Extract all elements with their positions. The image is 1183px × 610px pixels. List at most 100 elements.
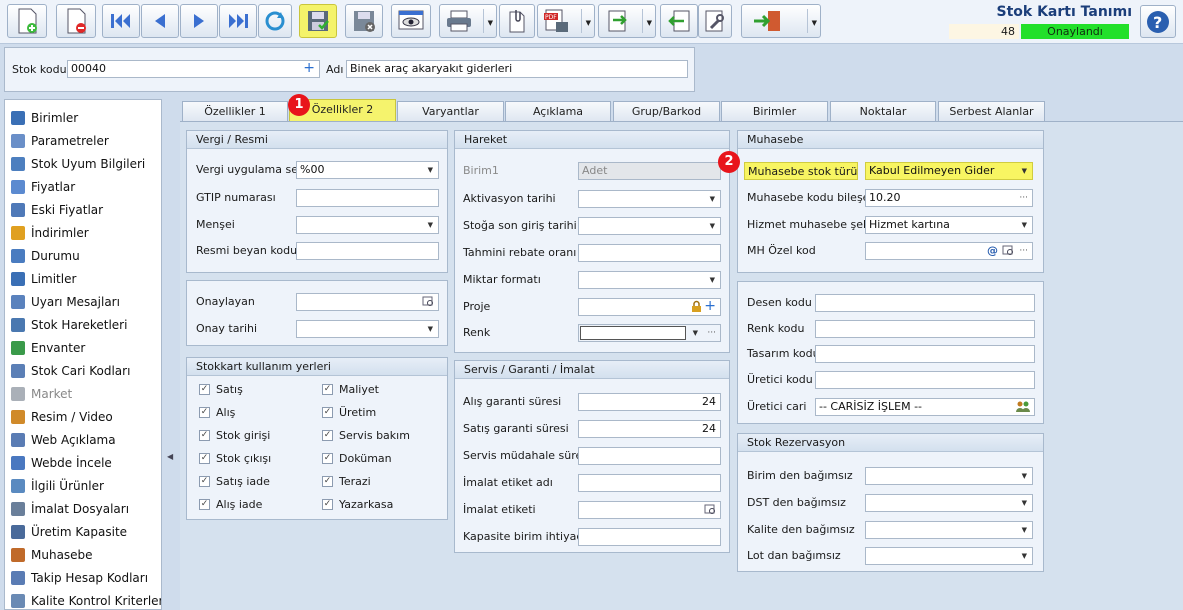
preview-button[interactable] <box>391 4 431 38</box>
new-button[interactable] <box>7 4 47 38</box>
sidebar-item[interactable]: Üretim Kapasite <box>11 522 127 542</box>
capacity-input[interactable] <box>578 528 721 546</box>
help-button[interactable]: ? <box>1140 5 1176 38</box>
last-record-button[interactable] <box>219 4 257 38</box>
sidebar-item[interactable]: Muhasebe <box>11 545 93 565</box>
usage-checkbox[interactable]: ✓ Doküman <box>322 452 392 465</box>
sidebar-item[interactable]: Durumu <box>11 246 80 266</box>
usage-checkbox[interactable]: ✓ Alış iade <box>199 498 262 511</box>
sidebar-item[interactable]: Stok Hareketleri <box>11 315 127 335</box>
plus-icon[interactable]: + <box>704 299 716 314</box>
customs-code-input[interactable] <box>296 242 439 260</box>
previous-record-button[interactable] <box>141 4 179 38</box>
save-button[interactable] <box>299 4 337 38</box>
sidebar-item[interactable]: İlgili Ürünler <box>11 476 104 496</box>
design-code-input[interactable] <box>815 345 1035 363</box>
name-input[interactable]: Binek araç akaryakıt giderleri <box>346 60 688 78</box>
tab-varyantlar[interactable]: Varyantlar <box>397 101 504 121</box>
tab-ozellikler-1[interactable]: Özellikler 1 <box>182 101 288 121</box>
mh-code-input[interactable]: @ ··· <box>865 242 1033 260</box>
first-record-button[interactable] <box>102 4 140 38</box>
sidebar-item[interactable]: Envanter <box>11 338 85 358</box>
sidebar-item[interactable]: Birimler <box>11 108 78 128</box>
production-label-name-input[interactable] <box>578 474 721 492</box>
plus-icon[interactable]: + <box>303 61 315 76</box>
production-label-input[interactable] <box>578 501 721 519</box>
sidebar-item[interactable]: Webde İncele <box>11 453 112 473</box>
tab-grup-barkod[interactable]: Grup/Barkod <box>613 101 720 121</box>
tab-serbest-alanlar[interactable]: Serbest Alanlar <box>938 101 1045 121</box>
sales-warranty-input[interactable]: 24 <box>578 420 721 438</box>
producer-input[interactable]: -- CARİSİZ İŞLEM -- <box>815 398 1035 416</box>
quality-independent-select[interactable]: ▼ <box>865 521 1033 539</box>
usage-checkbox[interactable]: ✓ Satış iade <box>199 475 270 488</box>
stock-code-input[interactable]: 00040 + <box>67 60 320 78</box>
sidebar-item[interactable]: Resim / Video <box>11 407 113 427</box>
sidebar-item[interactable]: Eski Fiyatlar <box>11 200 103 220</box>
delete-button[interactable] <box>56 4 96 38</box>
vat-set-select[interactable]: %00 ▼ <box>296 161 439 179</box>
lookup-icon[interactable] <box>704 503 716 518</box>
gtip-input[interactable] <box>296 189 439 207</box>
ellipsis-icon[interactable]: ··· <box>1019 243 1028 259</box>
service-accounting-select[interactable]: Hizmet kartına ▼ <box>865 216 1033 234</box>
approval-date-select[interactable]: ▼ <box>296 320 439 338</box>
refresh-button[interactable] <box>258 4 292 38</box>
usage-checkbox[interactable]: ✓ Üretim <box>322 406 376 419</box>
pdf-export-button[interactable]: PDF ▼ <box>537 4 595 38</box>
accounting-type-select[interactable]: Kabul Edilmeyen Gider ▼ <box>865 162 1033 180</box>
users-icon[interactable] <box>1016 400 1030 415</box>
import-button[interactable] <box>660 4 698 38</box>
sidebar-item[interactable]: Fiyatlar <box>11 177 75 197</box>
sidebar-item[interactable]: Takip Hesap Kodları <box>11 568 148 588</box>
service-time-input[interactable] <box>578 447 721 465</box>
lookup-icon[interactable] <box>1002 244 1014 259</box>
sidebar-item[interactable]: İndirimler <box>11 223 89 243</box>
tab-birimler[interactable]: Birimler <box>721 101 828 121</box>
origin-select[interactable]: ▼ <box>296 216 439 234</box>
collapse-arrow-icon[interactable]: ◀ <box>167 452 173 461</box>
sidebar-item[interactable]: Stok Uyum Bilgileri <box>11 154 145 174</box>
approver-input[interactable] <box>296 293 439 311</box>
next-record-button[interactable] <box>180 4 218 38</box>
sidebar-item[interactable]: Parametreler <box>11 131 109 151</box>
usage-checkbox[interactable]: ✓ Servis bakım <box>322 429 410 442</box>
sidebar-item[interactable]: Uyarı Mesajları <box>11 292 120 312</box>
ellipsis-icon[interactable]: ··· <box>707 325 716 341</box>
ellipsis-icon[interactable]: ··· <box>1019 190 1028 206</box>
usage-checkbox[interactable]: ✓ Maliyet <box>322 383 379 396</box>
unit-independent-select[interactable]: ▼ <box>865 467 1033 485</box>
pattern-code-input[interactable] <box>815 294 1035 312</box>
lock-icon[interactable] <box>691 300 702 315</box>
cancel-save-button[interactable] <box>345 4 383 38</box>
tools-button[interactable] <box>698 4 732 38</box>
usage-checkbox[interactable]: ✓ Stok girişi <box>199 429 270 442</box>
lot-independent-select[interactable]: ▼ <box>865 547 1033 565</box>
tab-aciklama[interactable]: Açıklama <box>505 101 611 121</box>
usage-checkbox[interactable]: ✓ Terazi <box>322 475 371 488</box>
usage-checkbox[interactable]: ✓ Alış <box>199 406 235 419</box>
producer-code-input[interactable] <box>815 371 1035 389</box>
qty-format-select[interactable]: ▼ <box>578 271 721 289</box>
sidebar-item[interactable]: Web Açıklama <box>11 430 116 450</box>
purchase-warranty-input[interactable]: 24 <box>578 393 721 411</box>
usage-checkbox[interactable]: ✓ Satış <box>199 383 243 396</box>
attach-button[interactable] <box>499 4 535 38</box>
print-button[interactable]: ▼ <box>439 4 497 38</box>
project-input[interactable]: + <box>578 298 721 316</box>
sidebar-item[interactable]: İmalat Dosyaları <box>11 499 129 519</box>
sidebar-item[interactable]: Kalite Kontrol Kriterleri <box>11 591 161 609</box>
export-button[interactable]: ▼ <box>598 4 656 38</box>
sidebar-item[interactable]: Limitler <box>11 269 76 289</box>
exit-button[interactable]: ▼ <box>741 4 821 38</box>
usage-checkbox[interactable]: ✓ Yazarkasa <box>322 498 393 511</box>
tab-noktalar[interactable]: Noktalar <box>830 101 936 121</box>
sidebar-item[interactable]: Stok Cari Kodları <box>11 361 130 381</box>
usage-checkbox[interactable]: ✓ Stok çıkışı <box>199 452 271 465</box>
dst-independent-select[interactable]: ▼ <box>865 494 1033 512</box>
lookup-icon[interactable] <box>422 295 434 310</box>
sidebar-item[interactable]: Market <box>11 384 72 404</box>
color-code-input[interactable] <box>815 320 1035 338</box>
activation-date-select[interactable]: ▼ <box>578 190 721 208</box>
at-icon[interactable]: @ <box>987 243 998 259</box>
